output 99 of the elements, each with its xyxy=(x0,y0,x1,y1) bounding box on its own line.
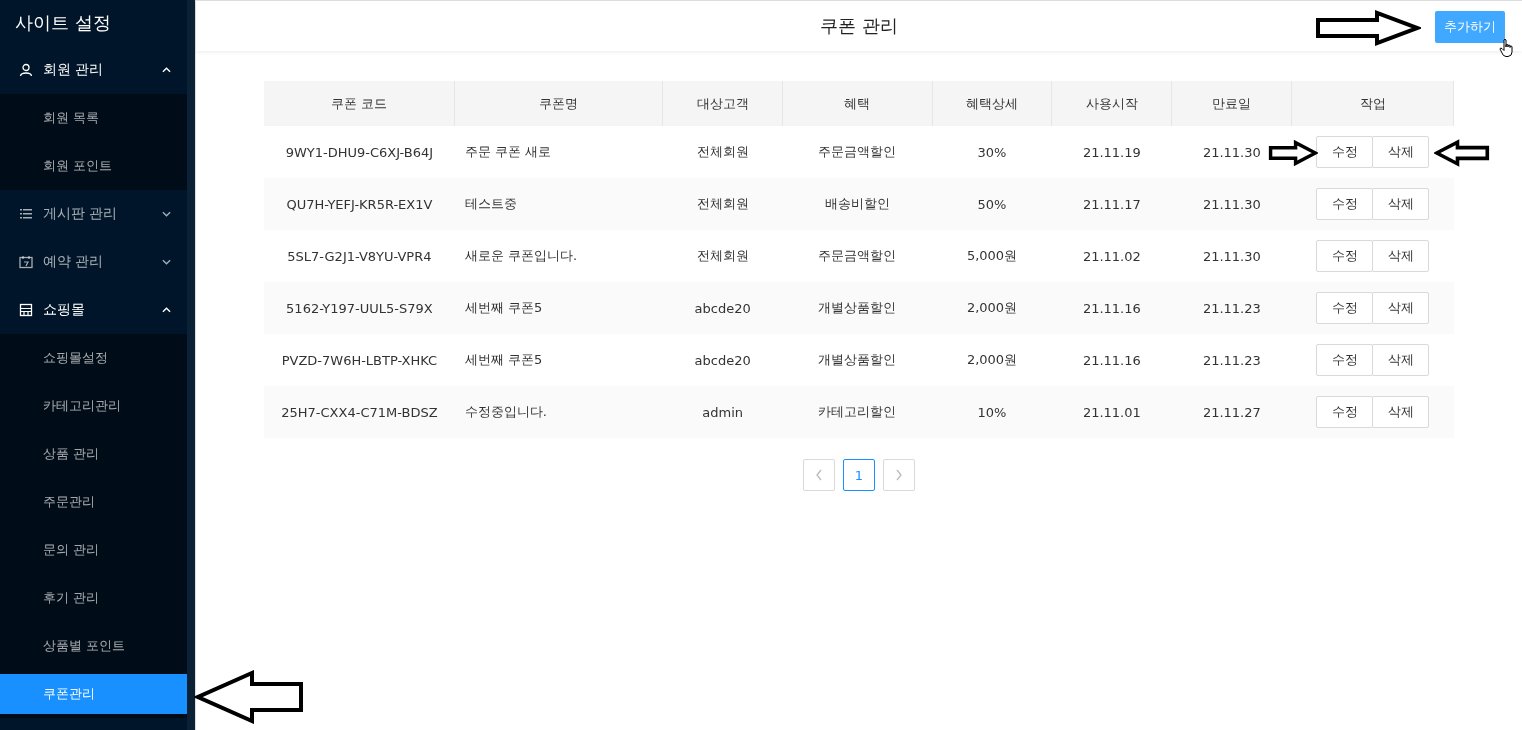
table-cell: PVZD-7W6H-LBTP-XHKC xyxy=(281,352,438,368)
column-header: 만료일 xyxy=(1171,81,1292,126)
edit-button[interactable]: 수정 xyxy=(1316,240,1374,272)
menu-group-label: 쇼핑몰 xyxy=(43,301,86,319)
table-cell: 50% xyxy=(977,196,1007,212)
edit-button[interactable]: 수정 xyxy=(1316,188,1374,220)
shop-icon xyxy=(19,303,33,317)
table-cell: 세번째 쿠폰5 xyxy=(464,352,543,367)
chevron-right-icon xyxy=(895,469,903,481)
table-cell: 2,000원 xyxy=(966,300,1018,315)
menu-group[interactable]: 예약 관리 xyxy=(0,238,187,286)
edit-button[interactable]: 수정 xyxy=(1316,396,1374,428)
menu-item[interactable]: 주문관리 xyxy=(0,482,187,522)
table-cell: 21.11.19 xyxy=(1082,144,1141,160)
table-cell: 21.11.16 xyxy=(1082,352,1141,368)
arrow-icon xyxy=(1268,138,1318,168)
chevron-left-icon xyxy=(815,469,823,481)
table-cell: 21.11.30 xyxy=(1202,196,1261,212)
chevron-icon xyxy=(162,259,171,265)
table-cell: 전체회원 xyxy=(696,196,749,211)
table-cell: 개별상품할인 xyxy=(818,352,897,367)
column-header: 혜택 xyxy=(782,81,933,126)
menu-item[interactable]: 상품별 포인트 xyxy=(0,626,187,666)
edit-button[interactable]: 수정 xyxy=(1316,344,1374,376)
table-cell: 21.11.30 xyxy=(1202,248,1261,264)
table-cell: 21.11.17 xyxy=(1082,196,1141,212)
arrow-icon xyxy=(1315,10,1421,46)
table-cell: 전체회원 xyxy=(696,248,749,263)
table-cell: 주문금액할인 xyxy=(818,144,897,159)
menu-item[interactable]: 회원 목록 xyxy=(0,98,187,138)
menu-group-label: 게시판 관리 xyxy=(43,205,119,223)
arrow-icon xyxy=(194,670,304,724)
menu-item[interactable]: 상품 관리 xyxy=(0,434,187,474)
table-cell: 30% xyxy=(977,144,1007,160)
hand-cursor-icon xyxy=(1499,38,1515,58)
arrow-icon xyxy=(1434,138,1490,168)
page-title: 쿠폰 관리 xyxy=(820,14,898,38)
delete-button[interactable]: 삭제 xyxy=(1372,240,1430,272)
table-cell: 테스트중 xyxy=(464,196,517,211)
menu-group[interactable]: 게시판 관리 xyxy=(0,190,187,238)
table-cell: 카테고리할인 xyxy=(818,404,897,419)
table-cell: 2,000원 xyxy=(966,352,1018,367)
table-cell: 21.11.01 xyxy=(1082,404,1141,420)
table-cell: QU7H-YEFJ-KR5R-EX1V xyxy=(286,196,433,212)
scrollbar[interactable] xyxy=(187,0,195,730)
chevron-icon xyxy=(162,67,171,73)
menu-group-label: 회원 관리 xyxy=(43,61,105,79)
delete-button[interactable]: 삭제 xyxy=(1372,396,1430,428)
table-cell: 25H7-CXX4-C71M-BDSZ xyxy=(281,404,438,420)
column-header: 작업 xyxy=(1291,81,1454,126)
menu-item[interactable]: 카테고리관리 xyxy=(0,386,187,426)
table-cell: abcde20 xyxy=(694,352,751,368)
chevron-icon xyxy=(162,211,171,217)
delete-button[interactable]: 삭제 xyxy=(1372,136,1430,168)
user-icon xyxy=(19,63,33,77)
menu-group[interactable]: 쇼핑몰 xyxy=(0,286,187,334)
table-cell: 주문 쿠폰 새로 xyxy=(464,144,552,159)
list-icon xyxy=(19,207,33,221)
table-cell: 5SL7-G2J1-V8YU-VPR4 xyxy=(287,248,432,264)
table-cell: admin xyxy=(702,404,744,420)
next-page-button[interactable] xyxy=(883,459,915,491)
menu-item[interactable]: 문의 관리 xyxy=(0,530,187,570)
sidebar-title: 사이트 설정 xyxy=(14,11,112,35)
table-cell: 세번째 쿠폰5 xyxy=(464,300,543,315)
menu-group-label: 예약 관리 xyxy=(43,253,105,271)
column-header: 대상고객 xyxy=(662,81,783,126)
table-cell: 21.11.23 xyxy=(1202,352,1261,368)
delete-button[interactable]: 삭제 xyxy=(1372,344,1430,376)
table-cell: 10% xyxy=(977,404,1007,420)
table-cell: 배송비할인 xyxy=(824,196,890,211)
column-header: 쿠폰 코드 xyxy=(264,81,455,126)
table-cell: 21.11.16 xyxy=(1082,300,1141,316)
table-cell: 5,000원 xyxy=(966,248,1018,263)
table-cell: 5162-Y197-UUL5-S79X xyxy=(286,300,433,316)
table-cell: 21.11.27 xyxy=(1202,404,1261,420)
delete-button[interactable]: 삭제 xyxy=(1372,188,1430,220)
menu-item[interactable]: 쇼핑몰설정 xyxy=(0,338,187,378)
column-header: 혜택상세 xyxy=(932,81,1052,126)
table-cell: 주문금액할인 xyxy=(818,248,897,263)
edit-button[interactable]: 수정 xyxy=(1316,292,1374,324)
table-cell: 21.11.02 xyxy=(1082,248,1141,264)
delete-button[interactable]: 삭제 xyxy=(1372,292,1430,324)
table-cell: 개별상품할인 xyxy=(818,300,897,315)
table-cell: 수정중입니다. xyxy=(464,404,547,419)
table-cell: 21.11.30 xyxy=(1202,144,1261,160)
menu-item[interactable]: 회원 포인트 xyxy=(0,146,187,186)
column-header: 쿠폰명 xyxy=(454,81,663,126)
menu-group[interactable]: 회원 관리 xyxy=(0,46,187,94)
prev-page-button[interactable] xyxy=(803,459,835,491)
chevron-icon xyxy=(162,307,171,313)
edit-button[interactable]: 수정 xyxy=(1316,136,1374,168)
menu-item[interactable]: 후기 관리 xyxy=(0,578,187,618)
table-cell: 전체회원 xyxy=(696,144,749,159)
table-cell: 21.11.23 xyxy=(1202,300,1261,316)
calendar-icon xyxy=(19,255,33,269)
table-cell: 새로운 쿠폰입니다. xyxy=(464,248,578,263)
table-cell: 9WY1-DHU9-C6XJ-B64J xyxy=(285,144,434,160)
column-header: 사용시작 xyxy=(1051,81,1172,126)
table-cell: abcde20 xyxy=(694,300,751,316)
